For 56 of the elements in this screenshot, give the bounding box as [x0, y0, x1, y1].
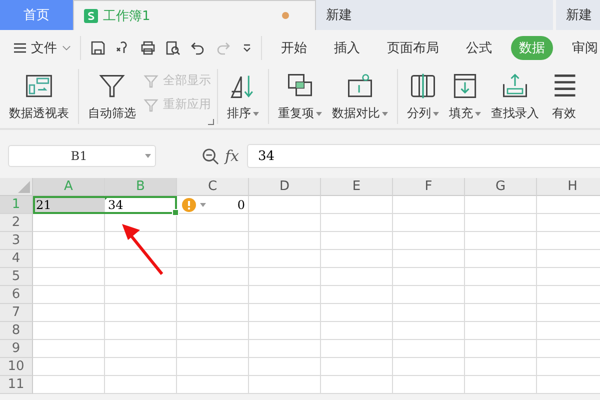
row-header[interactable]: 8 — [0, 322, 33, 340]
row-header[interactable]: 10 — [0, 358, 33, 376]
funnel-icon — [143, 96, 159, 112]
row-header[interactable]: 11 — [0, 376, 33, 394]
ribbon-button[interactable]: 数据透视表 — [4, 69, 74, 124]
row-header[interactable]: 2 — [0, 214, 33, 232]
launcher-icon[interactable] — [208, 119, 214, 125]
ribbon-button[interactable]: 填充 — [444, 69, 486, 124]
caret-icon[interactable] — [200, 202, 206, 206]
caret-icon — [475, 112, 481, 116]
ribbon-button[interactable]: 数据对比 — [327, 69, 393, 124]
ribbon-button[interactable]: 查找录入 — [486, 69, 544, 124]
ribbon-button[interactable]: 有效 — [544, 69, 584, 124]
column-header[interactable]: F — [393, 178, 465, 196]
ribbon-tab[interactable]: 公式 — [458, 36, 500, 60]
ribbon-tab[interactable]: 开始 — [273, 36, 315, 60]
ribbon-tab[interactable]: 页面布局 — [379, 36, 447, 60]
spreadsheet-icon — [84, 8, 98, 22]
file-menu[interactable]: 文件 — [14, 38, 71, 56]
caret-icon — [382, 112, 388, 116]
zoom-icon[interactable] — [202, 148, 219, 164]
column-header[interactable]: E — [321, 178, 393, 196]
column-header[interactable]: D — [249, 178, 321, 196]
ribbon-button[interactable]: 排序 — [222, 69, 264, 124]
row-header[interactable]: 3 — [0, 232, 33, 250]
row-header[interactable]: 5 — [0, 268, 33, 286]
ribbon-button[interactable]: 重复项 — [273, 69, 327, 124]
name-box[interactable]: B1 — [8, 145, 156, 167]
undo-icon[interactable] — [190, 40, 206, 56]
row-header[interactable]: 6 — [0, 286, 33, 304]
funnel-icon — [143, 72, 159, 88]
ribbon-button[interactable]: 分列 — [402, 69, 444, 124]
ribbon-tab[interactable]: 插入 — [326, 36, 368, 60]
caret-icon — [316, 112, 322, 116]
caret-icon — [253, 112, 259, 116]
text-marker-icon — [105, 196, 109, 200]
column-header[interactable]: H — [537, 178, 600, 196]
ribbon-button[interactable]: 自动筛选 — [83, 69, 141, 124]
row-header[interactable]: 4 — [0, 250, 33, 268]
menu-icon — [14, 42, 26, 52]
formula-field[interactable]: 34 — [247, 144, 600, 168]
chevron-icon — [62, 44, 71, 50]
home-tab[interactable]: 首页 — [0, 0, 73, 30]
split-columns-icon — [408, 71, 438, 101]
row-header[interactable]: 9 — [0, 340, 33, 358]
column-header[interactable]: G — [465, 178, 537, 196]
preview-icon[interactable] — [165, 40, 181, 56]
function-label[interactable]: fx — [225, 147, 240, 165]
more-icon[interactable] — [242, 42, 252, 52]
column-header[interactable]: C — [177, 178, 249, 196]
row-header[interactable]: 7 — [0, 304, 33, 322]
caret-icon — [145, 154, 151, 158]
save-icon[interactable] — [90, 40, 106, 56]
ribbon-tab[interactable]: 审阅 — [564, 36, 600, 60]
print-icon[interactable] — [140, 40, 156, 56]
caret-icon — [433, 112, 439, 116]
